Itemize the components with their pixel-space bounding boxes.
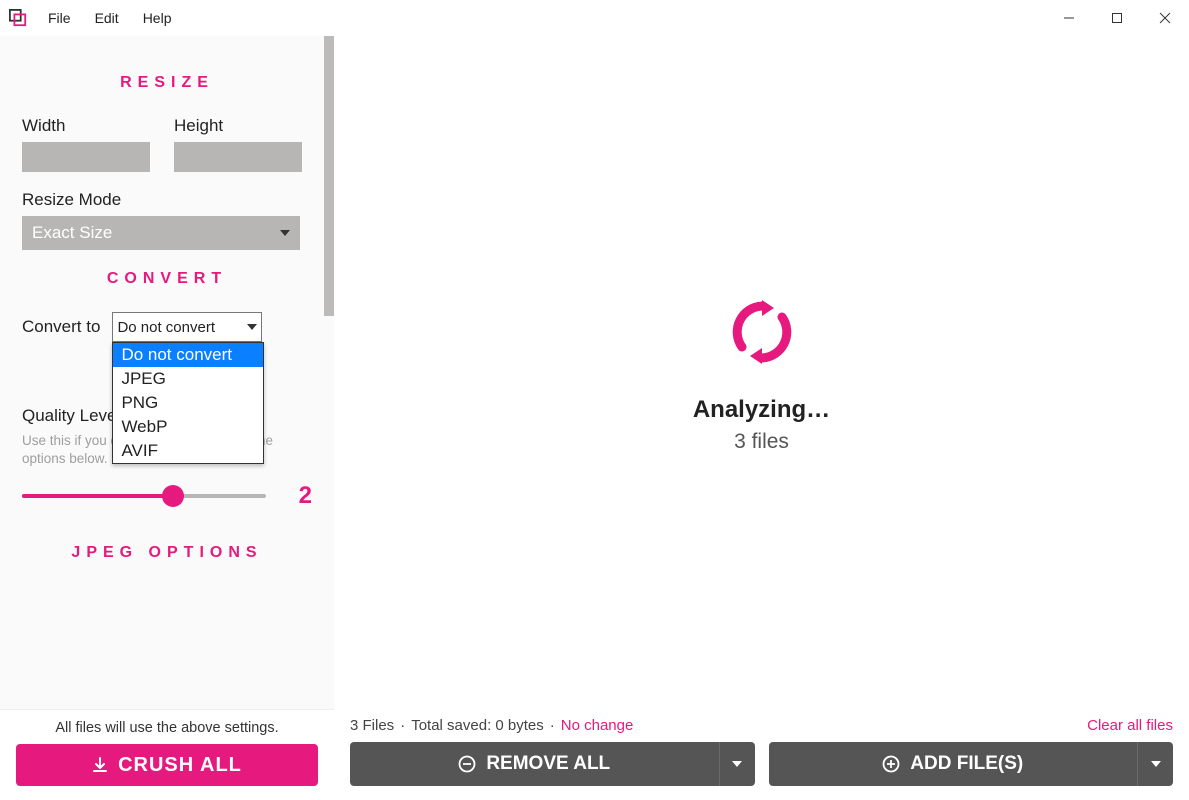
- menu-help[interactable]: Help: [133, 6, 182, 30]
- quality-slider[interactable]: [22, 494, 266, 498]
- clear-all-files-link[interactable]: Clear all files: [1087, 717, 1173, 734]
- analyzing-title: Analyzing…: [693, 396, 830, 424]
- remove-all-dropdown[interactable]: [719, 742, 755, 786]
- crush-all-label: CRUSH ALL: [118, 754, 242, 777]
- convert-to-label: Convert to: [22, 317, 100, 337]
- maximize-icon[interactable]: [1093, 0, 1141, 36]
- minimize-icon[interactable]: [1045, 0, 1093, 36]
- menu-file[interactable]: File: [38, 6, 81, 30]
- section-title-resize: RESIZE: [22, 74, 312, 92]
- section-title-convert: CONVERT: [22, 270, 312, 288]
- resize-mode-label: Resize Mode: [22, 190, 312, 210]
- chevron-down-icon: [280, 230, 290, 236]
- width-input[interactable]: [22, 142, 150, 172]
- height-label: Height: [174, 116, 302, 136]
- width-label: Width: [22, 116, 150, 136]
- download-icon: [92, 757, 108, 773]
- analyzing-view: Analyzing… 3 files: [334, 36, 1189, 709]
- sidebar-scrollbar[interactable]: [324, 36, 334, 316]
- close-icon[interactable]: [1141, 0, 1189, 36]
- crush-all-button[interactable]: CRUSH ALL: [16, 744, 318, 786]
- menubar: File Edit Help: [0, 0, 1189, 36]
- status-saved: Total saved: 0 bytes: [411, 717, 544, 734]
- main-panel: Analyzing… 3 files 3 Files · Total saved…: [334, 36, 1189, 800]
- convert-dropdown-list: Do not convert JPEG PNG WebP AVIF: [112, 342, 264, 464]
- add-files-button[interactable]: ADD FILE(S): [769, 742, 1138, 786]
- add-files-dropdown[interactable]: [1137, 742, 1173, 786]
- convert-option[interactable]: AVIF: [113, 439, 263, 463]
- sidebar-footer: All files will use the above settings. C…: [0, 709, 334, 800]
- sidebar: RESIZE Width Height Resize Mode Exact Si…: [0, 36, 334, 800]
- convert-to-select[interactable]: Do not convert: [112, 312, 262, 342]
- chevron-down-icon: [247, 324, 257, 330]
- convert-option[interactable]: PNG: [113, 391, 263, 415]
- main-footer: 3 Files · Total saved: 0 bytes · No chan…: [334, 709, 1189, 800]
- remove-all-button[interactable]: REMOVE ALL: [350, 742, 719, 786]
- convert-to-value: Do not convert: [117, 319, 215, 336]
- convert-option[interactable]: Do not convert: [113, 343, 263, 367]
- status-no-change: No change: [561, 717, 634, 734]
- app-icon: [8, 8, 28, 28]
- quality-slider-thumb[interactable]: [162, 485, 184, 507]
- convert-option[interactable]: WebP: [113, 415, 263, 439]
- status-line: 3 Files · Total saved: 0 bytes · No chan…: [350, 717, 1173, 734]
- minus-circle-icon: [458, 755, 476, 773]
- chevron-down-icon: [1151, 761, 1161, 767]
- quality-value: 2: [284, 482, 312, 510]
- convert-option[interactable]: JPEG: [113, 367, 263, 391]
- remove-all-label: REMOVE ALL: [486, 753, 610, 775]
- add-files-label: ADD FILE(S): [910, 753, 1023, 775]
- section-title-jpeg: JPEG OPTIONS: [22, 544, 312, 562]
- window-controls: [1045, 0, 1189, 36]
- resize-mode-select[interactable]: Exact Size: [22, 216, 300, 250]
- height-input[interactable]: [174, 142, 302, 172]
- refresh-icon: [722, 292, 802, 372]
- plus-circle-icon: [882, 755, 900, 773]
- chevron-down-icon: [732, 761, 742, 767]
- resize-mode-value: Exact Size: [32, 223, 112, 243]
- menu-edit[interactable]: Edit: [85, 6, 129, 30]
- settings-note: All files will use the above settings.: [16, 720, 318, 736]
- status-files: 3 Files: [350, 717, 394, 734]
- analyzing-subtitle: 3 files: [734, 430, 789, 454]
